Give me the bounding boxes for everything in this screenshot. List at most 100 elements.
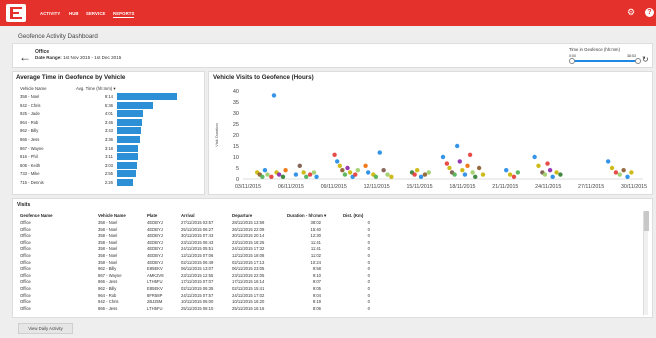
visit-point <box>621 168 626 173</box>
avg-time-row[interactable]: 715 - Dennis 2:26 <box>20 179 180 188</box>
cell-geofence: Office <box>20 266 31 272</box>
table-row[interactable]: Office 358 - Noel 4EDBYJ 30/11/2015 07:43 30… <box>20 233 640 239</box>
visit-point <box>545 161 550 166</box>
table-row[interactable]: Office 358 - Noel 4EDBYJ 12/11/2015 07:06 12… <box>20 253 640 259</box>
back-arrow-icon[interactable]: ← <box>19 51 31 63</box>
cell-arrival: 24/11/2015 07:57 <box>181 292 214 298</box>
cell-distance: 0 <box>367 279 370 285</box>
cell-duration: 8:06 <box>312 305 321 311</box>
visit-point <box>334 159 340 164</box>
col-duration[interactable]: Duration - hh:mm ▾ <box>287 213 326 219</box>
visit-point <box>550 174 555 179</box>
visits-scrollbar[interactable] <box>643 211 649 315</box>
cell-plate: 4EDBYJ <box>147 259 163 265</box>
cell-distance: 0 <box>367 226 370 232</box>
brand-logo[interactable] <box>6 4 26 22</box>
time-filter-track[interactable] <box>571 60 638 62</box>
visit-point <box>381 168 386 173</box>
table-row[interactable]: Office 962 - Billy E85EKV 02/11/2015 06:35 0… <box>20 286 640 292</box>
table-row[interactable]: Office 358 - Noel 4EDBYJ 02/11/2015 06:49 02… <box>20 260 640 266</box>
cell-plate: LTH5FU <box>147 279 163 285</box>
cell-duration: 12:30 <box>310 233 321 239</box>
table-row[interactable]: Office 964 - Rob 8FR58P 24/11/2015 07:57 24/… <box>20 293 640 299</box>
visit-point <box>262 168 268 173</box>
visit-point <box>332 152 337 157</box>
col-departure[interactable]: Departure <box>232 213 252 218</box>
avg-row-vehicle: 866 - Jess <box>20 137 40 142</box>
cell-vehicle: 962 - Billy <box>98 266 117 272</box>
visit-point <box>542 172 548 177</box>
col-avg-time[interactable]: Avg. Time (hh:mm) ▾ <box>76 86 116 92</box>
reset-icon[interactable]: ↻ <box>642 55 649 64</box>
visit-point <box>271 93 277 98</box>
table-row[interactable]: Office 358 - Noel 4EDBYJ 24/11/2015 05:51 24… <box>20 246 640 252</box>
cell-vehicle: 866 - Jess <box>98 305 118 311</box>
view-daily-activity-button[interactable]: View Daily Activity <box>18 323 73 334</box>
y-tick-label: 20 <box>233 133 239 139</box>
cell-duration: 9:04 <box>312 292 321 298</box>
col-plate[interactable]: Plate <box>147 213 157 218</box>
table-row[interactable]: Office 962 - Billy E85EKV 06/11/2015 13:07 0… <box>20 266 640 272</box>
table-row[interactable]: Office 867 - Wayne AMK2V8 23/11/2015 12:55 2… <box>20 273 640 279</box>
help-icon[interactable]: ? <box>645 8 654 17</box>
avg-time-bar <box>117 179 133 186</box>
y-tick-label: 15 <box>233 144 239 150</box>
cell-duration: 15:40 <box>310 226 321 232</box>
visit-point <box>460 168 465 173</box>
table-row[interactable]: Office 358 - Noel 4EDBYJ 23/11/2015 06:43 23… <box>20 240 640 246</box>
cell-geofence: Office <box>20 279 31 285</box>
nav-reports[interactable]: REPORTS <box>113 11 135 18</box>
x-tick-label: 09/11/2015 <box>321 184 347 190</box>
col-vehicle[interactable]: Vehicle Name <box>98 213 126 218</box>
cell-departure: 23/11/2015 18:25 <box>232 239 265 245</box>
cell-duration: 11:02 <box>310 253 321 258</box>
cell-departure: 25/11/2015 16:16 <box>232 305 265 311</box>
col-distance[interactable]: Dist. (Km) <box>343 213 363 218</box>
visit-point <box>418 174 424 179</box>
cell-departure: 17/11/2015 16:14 <box>232 279 265 285</box>
cell-plate: 4EDBYJ <box>147 226 163 232</box>
visit-point <box>617 172 622 177</box>
visits-scroll-thumb[interactable] <box>644 211 649 231</box>
x-tick-label: 30/11/2015 <box>621 184 647 190</box>
cell-departure: 02/11/2015 15:41 <box>232 286 265 291</box>
table-row[interactable]: Office 866 - Jess LTH5FU 17/11/2015 07:07 17… <box>20 279 640 285</box>
cell-departure: 10/11/2015 16:20 <box>232 299 265 305</box>
cell-arrival: 06/11/2015 13:07 <box>181 266 214 272</box>
cell-plate: LTH5FU <box>147 305 163 311</box>
cell-vehicle: 358 - Noel <box>98 253 118 258</box>
visit-point <box>625 174 630 179</box>
page-title: Geofence Activity Dashboard <box>18 33 98 40</box>
visit-point <box>609 165 615 171</box>
time-filter-min-handle[interactable] <box>569 58 575 64</box>
cell-vehicle: 358 - Noel <box>98 233 118 239</box>
avg-row-vehicle: 942 - Chris <box>20 102 41 108</box>
visit-point <box>536 163 541 168</box>
visit-point <box>532 154 537 160</box>
gear-icon[interactable]: ⚙ <box>627 8 636 17</box>
time-filter-max-handle[interactable] <box>635 58 641 64</box>
table-row[interactable]: Office 942 - Chris 2BJ25M 10/11/2015 06:00 1… <box>20 299 640 305</box>
avg-row-time: 3:18 <box>104 145 113 151</box>
visit-point <box>558 172 563 177</box>
cell-arrival: 17/11/2015 07:07 <box>181 279 214 285</box>
col-geofence-name[interactable]: Geofence Name <box>20 213 52 218</box>
nav-activity[interactable]: ACTIVITY <box>40 11 60 16</box>
visits-title: Visits <box>17 202 31 208</box>
nav-service[interactable]: SERVICE <box>86 11 106 16</box>
table-row[interactable]: Office 358 - Noel 4EDBYJ 27/11/2015 03:57 28… <box>20 220 640 226</box>
nav-hub[interactable]: HUB <box>69 11 79 16</box>
visit-point <box>337 163 342 168</box>
table-row[interactable]: Office 358 - Noel 4EDBYJ 25/11/2015 06:27 26… <box>20 227 640 233</box>
avg-row-time: 2:55 <box>104 171 113 177</box>
visit-point <box>280 174 286 179</box>
col-arrival[interactable]: Arrival <box>181 213 195 218</box>
cell-departure: 28/11/2015 13:59 <box>232 220 265 225</box>
col-vehicle-name[interactable]: Vehicle Name <box>20 86 47 91</box>
avg-row-vehicle: 606 - Keith <box>20 162 41 168</box>
cell-duration: 38:02 <box>310 220 321 225</box>
table-row[interactable]: Office 866 - Jess LTH5FU 25/11/2015 08:10 25… <box>20 306 640 312</box>
visit-point <box>454 143 460 149</box>
visit-point <box>260 174 265 179</box>
cell-departure: 23/11/2015 22:05 <box>232 272 265 278</box>
